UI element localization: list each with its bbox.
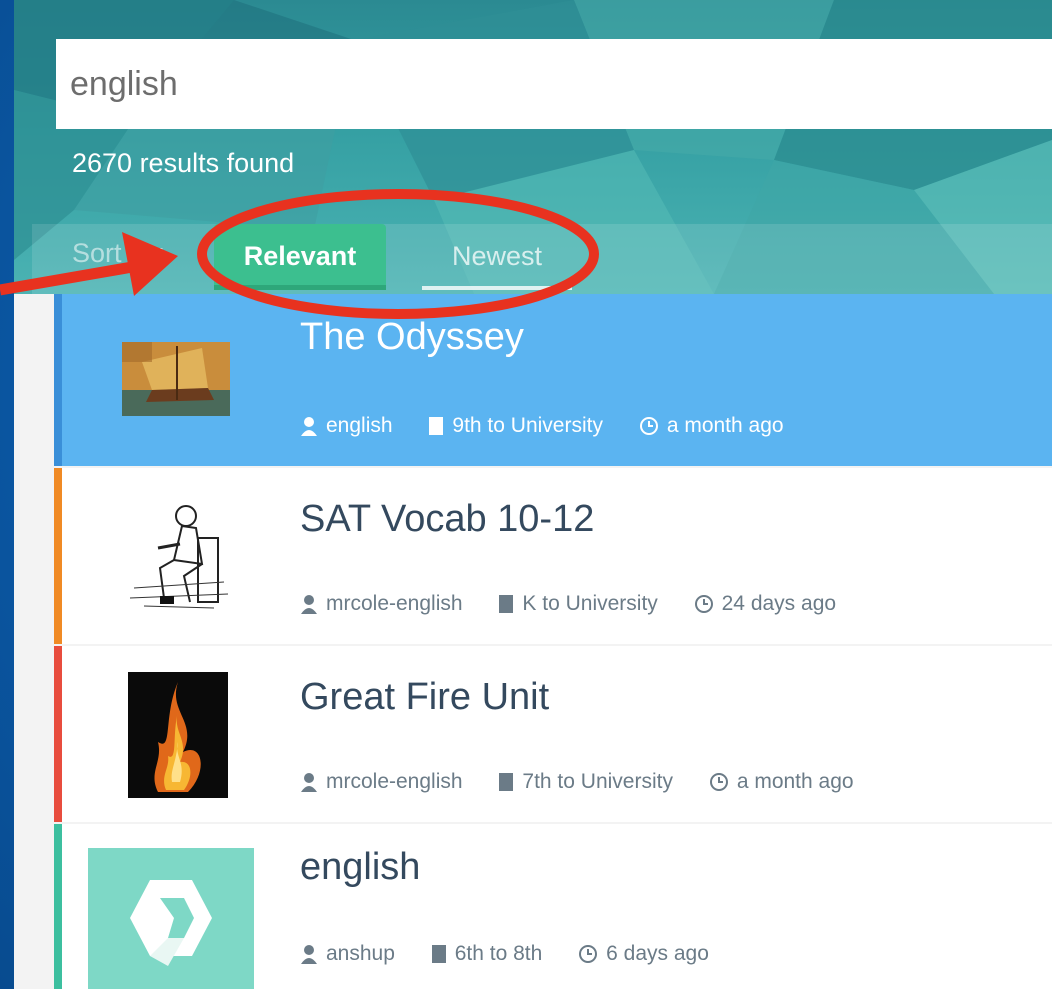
app-logo-icon xyxy=(88,848,254,989)
card-time: 6 days ago xyxy=(606,942,709,965)
sort-by-label: Sort by: xyxy=(72,238,166,268)
card-author[interactable]: anshup xyxy=(326,942,395,966)
search-input[interactable] xyxy=(56,39,1052,129)
card-meta: mrcole-english K to University 24 days a… xyxy=(300,592,866,620)
card-grade: 9th to University xyxy=(452,414,603,437)
result-card[interactable]: english anshup 6th to 8th 6 days ago xyxy=(54,824,1052,989)
results-count: 2670 results found xyxy=(72,148,295,178)
book-icon xyxy=(431,945,446,963)
card-title[interactable]: english xyxy=(300,846,420,889)
result-card[interactable]: Great Fire Unit mrcole-english 7th to Un… xyxy=(54,646,1052,822)
card-author[interactable]: mrcole-english xyxy=(326,770,463,794)
sort-newest-tab[interactable]: Newest xyxy=(422,224,572,290)
user-icon xyxy=(301,773,317,792)
sort-relevant-tab[interactable]: Relevant xyxy=(214,224,386,290)
clock-icon xyxy=(709,773,728,791)
card-title[interactable]: The Odyssey xyxy=(300,316,524,359)
card-author[interactable]: english xyxy=(326,414,393,438)
result-card[interactable]: The Odyssey english 9th to University a … xyxy=(54,294,1052,466)
result-card[interactable]: SAT Vocab 10-12 mrcole-english K to Univ… xyxy=(54,468,1052,644)
app-logo-thumbnail xyxy=(88,848,254,989)
ship-painting-thumbnail xyxy=(122,342,230,416)
clock-icon xyxy=(639,417,658,435)
card-time: a month ago xyxy=(736,770,854,793)
card-grade: K to University xyxy=(522,592,658,615)
app-panel: 2670 results found Sort by: Relevant New… xyxy=(14,0,1052,989)
card-meta: mrcole-english 7th to University a month… xyxy=(300,770,884,798)
card-grade: 6th to 8th xyxy=(454,942,543,965)
card-meta: english 9th to University a month ago xyxy=(300,414,814,442)
clock-icon xyxy=(694,595,713,613)
clock-icon xyxy=(579,945,598,963)
man-reading-sketch-thumbnail xyxy=(124,498,234,614)
card-title[interactable]: SAT Vocab 10-12 xyxy=(300,498,594,541)
user-icon xyxy=(301,945,317,964)
fire-photo-thumbnail xyxy=(128,672,228,798)
card-grade: 7th to University xyxy=(522,770,673,793)
card-time: a month ago xyxy=(666,414,784,437)
card-time: 24 days ago xyxy=(721,592,837,615)
card-meta: anshup 6th to 8th 6 days ago xyxy=(300,942,739,970)
book-icon xyxy=(429,417,444,435)
book-icon xyxy=(499,773,514,791)
user-icon xyxy=(301,595,317,614)
card-author[interactable]: mrcole-english xyxy=(326,592,463,616)
user-icon xyxy=(301,417,317,436)
book-icon xyxy=(499,595,514,613)
card-title[interactable]: Great Fire Unit xyxy=(300,676,549,719)
